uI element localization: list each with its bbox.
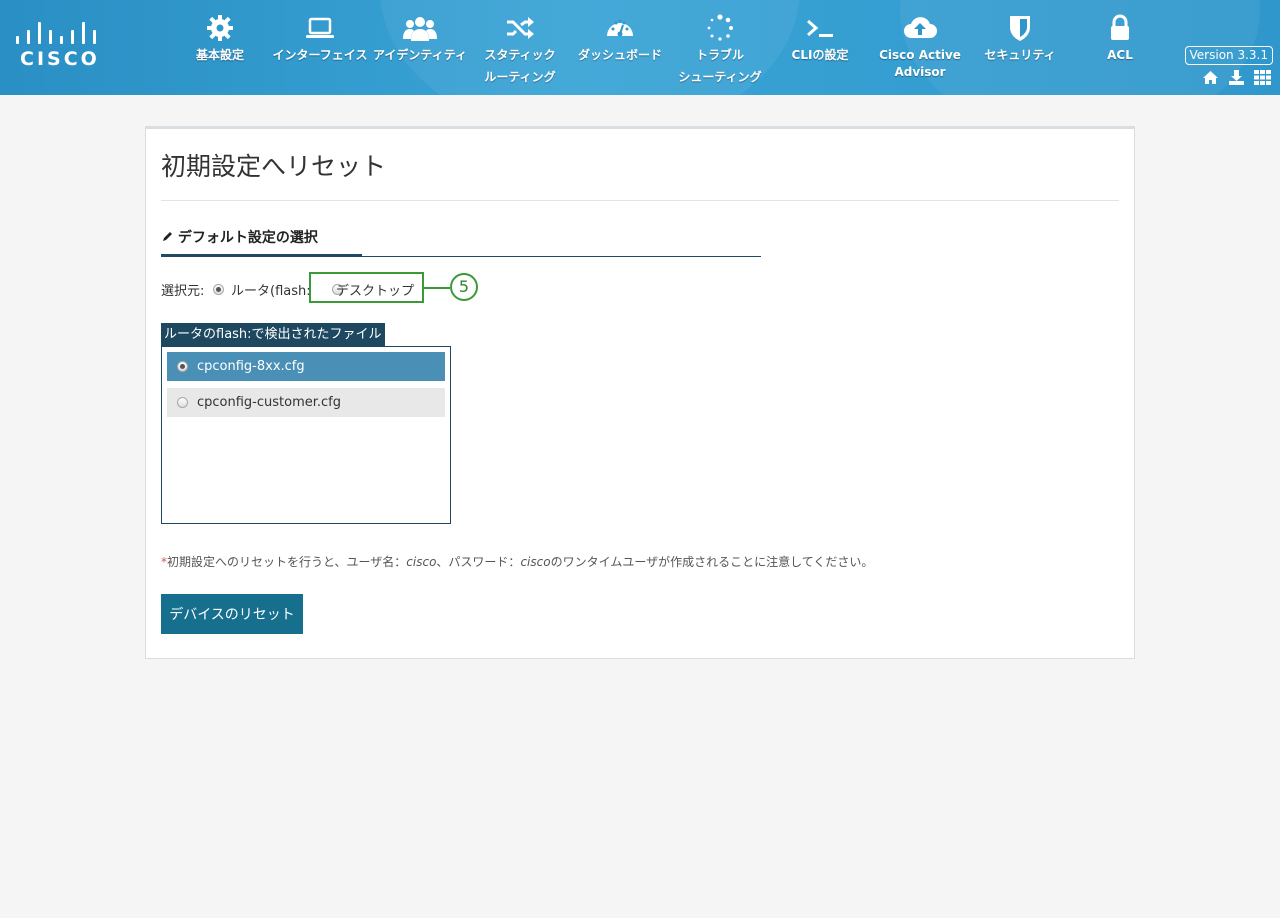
shield-icon: [1010, 16, 1030, 41]
nav-static-routing[interactable]: スタティック ルーティング: [478, 0, 562, 95]
source-selector: 選択元: ルータ(flash: デスクトップ: [161, 280, 414, 300]
cisco-logo[interactable]: CISCO: [14, 22, 98, 70]
nav-label: ダッシュボード: [577, 48, 662, 62]
lock-icon: [1111, 14, 1129, 40]
callout-highlight-box: [309, 272, 424, 303]
nav-cisco-active-advisor[interactable]: Cisco Active Advisor: [872, 0, 968, 95]
download-icon[interactable]: [1228, 70, 1245, 89]
version-badge: Version 3.3.1: [1184, 46, 1273, 65]
nav-identity[interactable]: アイデンティティ: [370, 0, 470, 95]
note-password: cisco: [520, 555, 551, 569]
nav-dashboard[interactable]: ダッシュボード: [572, 0, 668, 95]
laptop-icon: [306, 17, 334, 38]
file-item-cpconfig-8xx[interactable]: cpconfig-8xx.cfg: [167, 352, 445, 381]
note-text: のワンタイムユーザが作成されることに注意してください。: [550, 555, 874, 569]
reset-device-button[interactable]: デバイスのリセット: [161, 594, 303, 634]
cloud-upload-icon: [904, 17, 937, 38]
note-text: 初期設定へのリセットを行うと、ユーザ名：: [167, 555, 407, 569]
section-underline-thin: [362, 256, 761, 257]
callout-number: 5: [450, 273, 478, 301]
title-divider: [161, 200, 1119, 201]
users-icon: [403, 17, 437, 41]
section-heading: デフォルト設定の選択: [161, 227, 318, 247]
file-radio[interactable]: [177, 361, 188, 372]
reset-panel: 初期設定へリセット デフォルト設定の選択 選択元: ルータ(flash: デスク…: [145, 126, 1135, 659]
home-icon[interactable]: [1202, 70, 1219, 89]
nav-label: トラブル シューティング: [678, 48, 762, 84]
nav-label: インターフェイス: [272, 48, 368, 62]
file-item-cpconfig-customer[interactable]: cpconfig-customer.cfg: [167, 388, 445, 417]
nav-label: Cisco Active Advisor: [879, 48, 961, 79]
files-list-label: ルータのflash:で検出されたファイル: [161, 323, 385, 347]
file-radio[interactable]: [177, 397, 188, 408]
nav-interface[interactable]: インターフェイス: [268, 0, 372, 95]
cisco-bridge-icon: [14, 22, 98, 44]
gauge-icon: [607, 19, 633, 37]
nav-label: スタティック ルーティング: [484, 48, 556, 84]
spinner-icon: [707, 14, 733, 41]
shuffle-icon: [507, 17, 534, 39]
top-navigation-bar: CISCO 基本設定 インターフェイス アイデンティティ スタティック ルーティ…: [0, 0, 1280, 95]
source-option-router-label[interactable]: ルータ(flash:: [231, 280, 311, 299]
nav-label: ACL: [1107, 48, 1133, 62]
nav-troubleshooting[interactable]: トラブル シューティング: [674, 0, 766, 95]
nav-label: アイデンティティ: [373, 48, 467, 62]
gear-icon: [207, 15, 233, 41]
nav-security[interactable]: セキュリティ: [978, 0, 1062, 95]
file-list: cpconfig-8xx.cfg cpconfig-customer.cfg: [161, 346, 451, 524]
nav-label: CLIの設定: [791, 48, 849, 62]
nav-acl[interactable]: ACL: [1090, 0, 1150, 95]
callout-connector: [424, 287, 450, 289]
file-name: cpconfig-customer.cfg: [197, 395, 342, 410]
section-heading-text: デフォルト設定の選択: [177, 230, 318, 246]
source-label: 選択元:: [161, 284, 205, 299]
nav-label: セキュリティ: [984, 48, 1056, 62]
source-radio-router[interactable]: [213, 284, 224, 295]
nav-cli-settings[interactable]: CLIの設定: [786, 0, 854, 95]
nav-basic-settings[interactable]: 基本設定: [185, 0, 255, 95]
page-title: 初期設定へリセット: [161, 152, 387, 181]
section-underline: [161, 254, 362, 257]
grid-icon[interactable]: [1254, 70, 1271, 89]
note-text: 、パスワード：: [436, 555, 521, 569]
header-utility-icons: [1198, 70, 1271, 86]
file-name: cpconfig-8xx.cfg: [197, 359, 305, 374]
pencil-icon: [163, 232, 172, 241]
logo-text: CISCO: [20, 48, 100, 70]
terminal-icon: [807, 19, 833, 37]
note-username: cisco: [406, 555, 437, 569]
reset-warning-note: *初期設定へのリセットを行うと、ユーザ名：cisco、パスワード：ciscoのワ…: [161, 553, 873, 570]
nav-label: 基本設定: [195, 48, 244, 62]
